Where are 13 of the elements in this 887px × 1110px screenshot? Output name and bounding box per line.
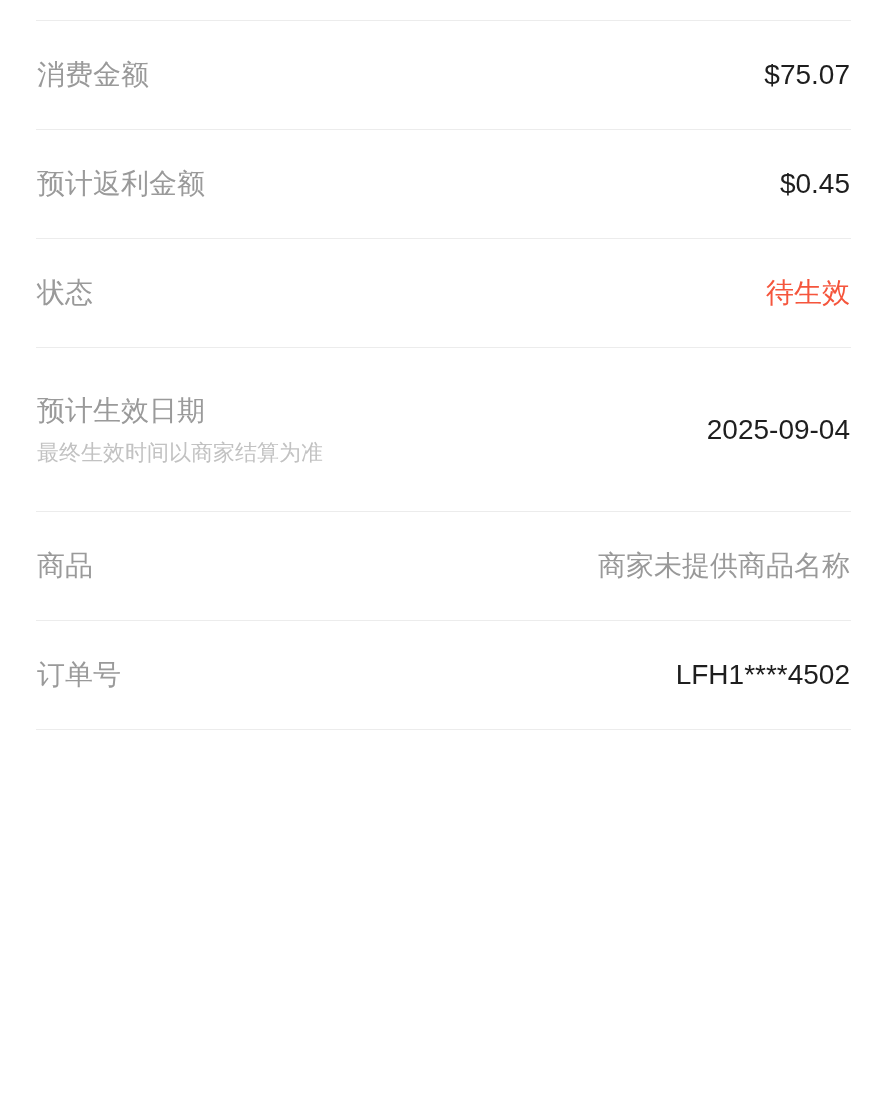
field-label: 状态 <box>37 276 93 310</box>
field-label: 订单号 <box>37 658 121 692</box>
field-value: $0.45 <box>779 168 850 200</box>
field-label: 预计返利金额 <box>37 167 205 201</box>
hint-text: 最终生效时间以商家结算为准 <box>37 438 323 467</box>
status-value: 待生效 <box>766 276 850 310</box>
field-value: LFH1****4502 <box>675 659 850 691</box>
field-label: 预计生效日期 <box>37 393 206 428</box>
placeholder-text: 商家未提供商品名称 <box>598 549 850 583</box>
field-label: 商品 <box>37 549 93 583</box>
field-label: 消费金额 <box>37 58 149 92</box>
field-value: $75.07 <box>764 59 850 91</box>
field-value: 2025-09-04 <box>706 413 850 446</box>
